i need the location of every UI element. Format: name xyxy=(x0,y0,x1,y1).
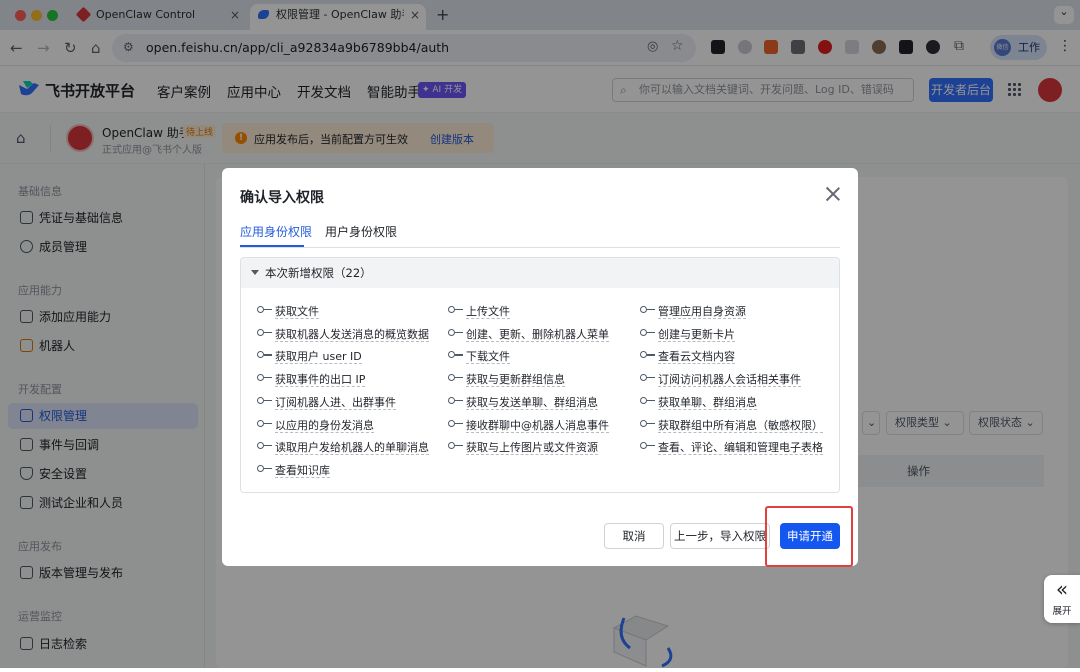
permission-item: 订阅机器人进、出群事件 xyxy=(257,394,396,410)
section-title: 本次新增权限（22） xyxy=(265,266,372,280)
permission-name: 获取文件 xyxy=(275,305,319,319)
permission-name: 获取与上传图片或文件资源 xyxy=(466,441,598,456)
caret-down-icon xyxy=(251,270,259,275)
permission-item: 管理应用自身资源 xyxy=(640,303,746,319)
tab-divider xyxy=(240,247,840,248)
tab-user-identity-permissions[interactable]: 用户身份权限 xyxy=(325,223,397,247)
permission-name: 下载文件 xyxy=(466,350,510,365)
expand-label: 展开 xyxy=(1052,606,1072,617)
permission-item: 获取事件的出口 IP xyxy=(257,371,366,388)
permission-item: 获取用户 user ID xyxy=(257,348,362,365)
close-icon[interactable] xyxy=(823,184,843,204)
key-icon xyxy=(448,374,463,382)
previous-step-import-button[interactable]: 上一步，导入权限 xyxy=(670,523,770,549)
permission-item: 查看云文档内容 xyxy=(640,348,735,365)
permission-name: 获取单聊、群组消息 xyxy=(658,395,757,410)
key-icon xyxy=(640,351,655,359)
key-icon xyxy=(257,442,272,450)
key-icon xyxy=(640,306,655,314)
permission-name: 获取与发送单聊、群组消息 xyxy=(466,395,598,410)
key-icon xyxy=(257,328,272,337)
permission-name: 查看、评论、编辑和管理电子表格 xyxy=(658,441,823,456)
double-chevron-left-icon: « xyxy=(1055,577,1069,601)
permission-name: 订阅访问机器人会话相关事件 xyxy=(658,373,801,388)
permission-name: 创建与更新卡片 xyxy=(658,327,735,342)
key-icon xyxy=(448,306,463,314)
permission-item: 下载文件 xyxy=(448,348,510,365)
confirm-import-permissions-dialog: 确认导入权限 应用身份权限 用户身份权限 本次新增权限（22） 获取文件 上传文件… xyxy=(222,168,858,566)
permission-name: 获取与更新群组信息 xyxy=(466,373,565,388)
key-icon xyxy=(640,328,655,337)
permission-item: 创建、更新、删除机器人菜单 xyxy=(448,326,609,342)
key-icon xyxy=(448,328,463,337)
active-tab-indicator xyxy=(240,245,304,247)
permission-item: 以应用的身份发消息 xyxy=(257,417,374,433)
permission-name: 读取用户发给机器人的单聊消息 xyxy=(275,441,429,456)
permission-item: 订阅访问机器人会话相关事件 xyxy=(640,371,801,388)
permission-item: 获取与上传图片或文件资源 xyxy=(448,439,598,456)
key-icon xyxy=(257,374,272,382)
key-icon xyxy=(640,442,655,450)
permission-section-header[interactable]: 本次新增权限（22） xyxy=(241,258,839,288)
permission-name: 查看云文档内容 xyxy=(658,350,735,365)
cancel-button[interactable]: 取消 xyxy=(604,523,664,549)
key-icon xyxy=(257,419,272,428)
permission-item: 接收群聊中@机器人消息事件 xyxy=(448,417,609,433)
key-icon xyxy=(448,442,463,450)
permission-name: 接收群聊中@机器人消息事件 xyxy=(466,418,609,433)
tab-app-identity-permissions[interactable]: 应用身份权限 xyxy=(240,223,312,247)
permission-name: 获取群组中所有消息（敏感权限） xyxy=(658,418,823,433)
key-icon xyxy=(640,419,655,428)
permission-list-panel: 本次新增权限（22） 获取文件 上传文件 管理应用自身资源获取机器人发送消息的概览数… xyxy=(240,257,840,493)
permission-item: 创建与更新卡片 xyxy=(640,326,735,342)
permission-name: 创建、更新、删除机器人菜单 xyxy=(466,327,609,342)
key-icon xyxy=(448,351,463,359)
permission-name: 查看知识库 xyxy=(275,463,330,478)
permission-item: 读取用户发给机器人的单聊消息 xyxy=(257,439,429,456)
dialog-title: 确认导入权限 xyxy=(240,190,324,206)
permission-item: 查看、评论、编辑和管理电子表格 xyxy=(640,439,823,456)
permission-name: 获取用户 user ID xyxy=(275,350,362,365)
highlight-box xyxy=(765,506,853,567)
permission-name: 上传文件 xyxy=(466,305,510,319)
key-icon xyxy=(640,374,655,382)
permission-name: 获取机器人发送消息的概览数据 xyxy=(275,327,429,342)
permission-item: 获取群组中所有消息（敏感权限） xyxy=(640,417,823,433)
key-icon xyxy=(640,396,655,405)
permission-item: 获取单聊、群组消息 xyxy=(640,394,757,410)
key-icon xyxy=(257,306,272,314)
key-icon xyxy=(257,351,272,359)
permission-item: 获取与发送单聊、群组消息 xyxy=(448,394,598,410)
permission-item: 获取与更新群组信息 xyxy=(448,371,565,388)
permission-item: 获取机器人发送消息的概览数据 xyxy=(257,326,429,342)
permission-name: 管理应用自身资源 xyxy=(658,305,746,319)
key-icon xyxy=(257,464,272,473)
permission-name: 订阅机器人进、出群事件 xyxy=(275,395,396,410)
permission-item: 获取文件 xyxy=(257,303,319,319)
expand-panel-button[interactable]: « 展开 xyxy=(1044,575,1080,623)
permission-name: 获取事件的出口 IP xyxy=(275,373,366,388)
permission-item: 上传文件 xyxy=(448,303,510,319)
permission-item: 查看知识库 xyxy=(257,462,330,478)
key-icon xyxy=(448,396,463,405)
permission-name: 以应用的身份发消息 xyxy=(275,418,374,433)
key-icon xyxy=(448,419,463,428)
key-icon xyxy=(257,396,272,405)
